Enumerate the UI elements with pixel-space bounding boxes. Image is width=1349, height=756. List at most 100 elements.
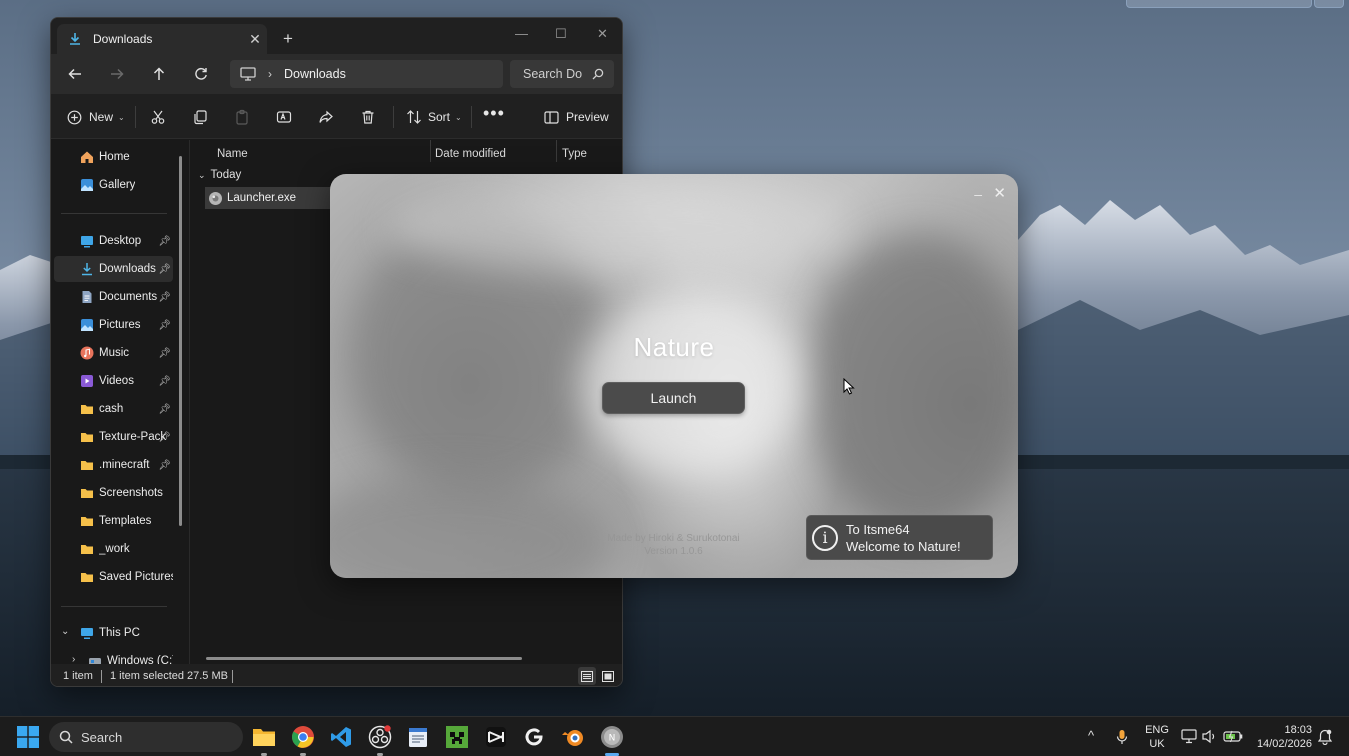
tab-close-icon[interactable]: ✕ (243, 31, 267, 48)
taskbar-app-notepad[interactable] (406, 725, 430, 749)
details-view-button[interactable] (578, 667, 596, 685)
launch-button[interactable]: Launch (602, 382, 745, 414)
sidebar-item-gallery[interactable]: Gallery (54, 172, 173, 198)
desktop-icon (81, 236, 93, 248)
pin-icon[interactable]: 📌︎ (158, 320, 171, 331)
search-input[interactable]: Search Do (510, 60, 614, 88)
sidebar-item-this-pc[interactable]: ⌄ This PC (54, 620, 173, 646)
plus-circle-icon (67, 110, 82, 124)
horizontal-scrollbar[interactable] (206, 657, 522, 660)
sidebar-item-saved-pictures[interactable]: Saved Pictures (54, 564, 173, 590)
system-clock[interactable]: 18:03 14/02/2026 (1254, 723, 1312, 751)
minecraft-icon (446, 726, 468, 748)
pin-icon[interactable]: 📌︎ (158, 236, 171, 247)
overlay-close-button[interactable] (1314, 0, 1344, 8)
column-header-name[interactable]: Name (217, 148, 248, 160)
sidebar-item-windows-drive[interactable]: › Windows (C:) (54, 648, 173, 664)
taskbar-app-blender[interactable] (561, 725, 585, 749)
download-video-button[interactable] (1126, 0, 1312, 8)
column-divider[interactable] (556, 140, 557, 162)
taskbar-app-ghub[interactable] (522, 725, 546, 749)
new-tab-button[interactable]: + (283, 30, 293, 47)
taskbar-app-capcut[interactable] (484, 725, 508, 749)
forward-button[interactable] (107, 64, 127, 84)
ghub-icon (525, 728, 543, 746)
sidebar-item-pictures[interactable]: Pictures 📌︎ (54, 312, 173, 338)
taskbar-app-chrome[interactable] (291, 725, 315, 756)
pictures-icon (81, 319, 93, 331)
cut-button[interactable] (150, 107, 166, 127)
pin-icon[interactable]: 📌︎ (158, 460, 171, 471)
folder-icon (81, 461, 93, 470)
maximize-button[interactable]: ☐ (555, 26, 567, 42)
sidebar-item-desktop[interactable]: Desktop 📌︎ (54, 228, 173, 254)
sidebar-item-work[interactable]: _work (54, 536, 173, 562)
sort-button[interactable]: Sort ⌄ (406, 107, 462, 127)
sidebar-item-texture-pack[interactable]: Texture-Pack 📌︎ (54, 424, 173, 450)
new-button[interactable]: New ⌄ (67, 107, 125, 127)
launcher-close-button[interactable]: ✕ (993, 184, 1006, 202)
notification-bell-icon[interactable] (1318, 729, 1332, 745)
welcome-notification[interactable]: i To Itsme64 Welcome to Nature! (806, 515, 993, 560)
back-button[interactable] (65, 64, 85, 84)
folder-icon (81, 433, 93, 442)
column-header-date[interactable]: Date modified (435, 148, 506, 160)
pin-icon[interactable]: 📌︎ (158, 292, 171, 303)
microphone-icon[interactable] (1116, 729, 1128, 745)
explorer-tab-downloads[interactable]: Downloads ✕ (57, 24, 267, 54)
volume-icon[interactable] (1202, 729, 1216, 744)
paste-icon (236, 109, 248, 125)
copy-button[interactable] (192, 107, 208, 127)
chevron-down-icon[interactable]: ⌄ (61, 626, 69, 637)
network-icon[interactable] (1181, 729, 1197, 744)
sidebar-item-templates[interactable]: Templates (54, 508, 173, 534)
windows-start-icon[interactable] (17, 726, 39, 748)
refresh-button[interactable] (191, 64, 211, 84)
sidebar-item-cash[interactable]: cash 📌︎ (54, 396, 173, 422)
pin-icon[interactable]: 📌︎ (158, 376, 171, 387)
taskbar-app-vscode[interactable] (329, 725, 353, 749)
chevron-right-icon[interactable]: › (72, 654, 75, 664)
launcher-minimize-button[interactable]: – (974, 186, 982, 202)
file-row-launcher[interactable]: Launcher.exe (205, 187, 335, 209)
sidebar-item-minecraft[interactable]: .minecraft 📌︎ (54, 452, 173, 478)
pin-icon[interactable]: 📌︎ (158, 348, 171, 359)
delete-button[interactable] (360, 107, 376, 127)
sidebar-item-downloads[interactable]: Downloads 📌︎ (54, 256, 173, 282)
rename-button[interactable] (276, 107, 292, 127)
taskbar-app-file-explorer[interactable] (252, 725, 276, 756)
sidebar-scrollbar[interactable] (179, 156, 182, 526)
minimize-button[interactable]: — (515, 26, 528, 41)
pin-icon[interactable]: 📌︎ (158, 264, 171, 275)
sidebar-item-videos[interactable]: Videos 📌︎ (54, 368, 173, 394)
up-button[interactable] (149, 64, 169, 84)
address-bar[interactable]: › Downloads (230, 60, 503, 88)
taskbar: Search N ^ ENG UK 18:03 14/02/2026 (0, 716, 1349, 756)
preview-button[interactable]: Preview (544, 107, 609, 127)
share-button[interactable] (318, 107, 334, 127)
paste-button[interactable] (234, 107, 250, 127)
column-header-type[interactable]: Type (562, 148, 587, 160)
battery-icon[interactable] (1223, 730, 1243, 743)
column-divider[interactable] (430, 140, 431, 162)
pin-icon[interactable]: 📌︎ (158, 432, 171, 443)
more-options-button[interactable]: ••• (483, 103, 505, 123)
taskbar-search-box[interactable]: Search (49, 722, 243, 752)
pin-icon[interactable]: 📌︎ (158, 404, 171, 415)
item-count: 1 item (63, 670, 93, 682)
sidebar-item-music[interactable]: Music 📌︎ (54, 340, 173, 366)
cloud-texture (330, 474, 610, 578)
language-indicator[interactable]: ENG UK (1144, 723, 1170, 751)
sidebar-item-documents[interactable]: Documents 📌︎ (54, 284, 173, 310)
taskbar-app-minecraft[interactable] (445, 725, 469, 749)
taskbar-app-obs[interactable] (368, 725, 392, 756)
taskbar-app-nature-launcher[interactable]: N (600, 725, 624, 756)
chevron-up-icon[interactable]: ^ (1088, 728, 1094, 743)
group-header-today[interactable]: ⌄ Today (198, 169, 241, 181)
sort-icon (407, 110, 421, 124)
sidebar-item-screenshots[interactable]: Screenshots (54, 480, 173, 506)
selection-count: 1 item selected (110, 670, 184, 682)
sidebar-item-home[interactable]: Home (54, 144, 173, 170)
tiles-view-button[interactable] (599, 667, 617, 685)
close-button[interactable]: ✕ (597, 26, 608, 42)
